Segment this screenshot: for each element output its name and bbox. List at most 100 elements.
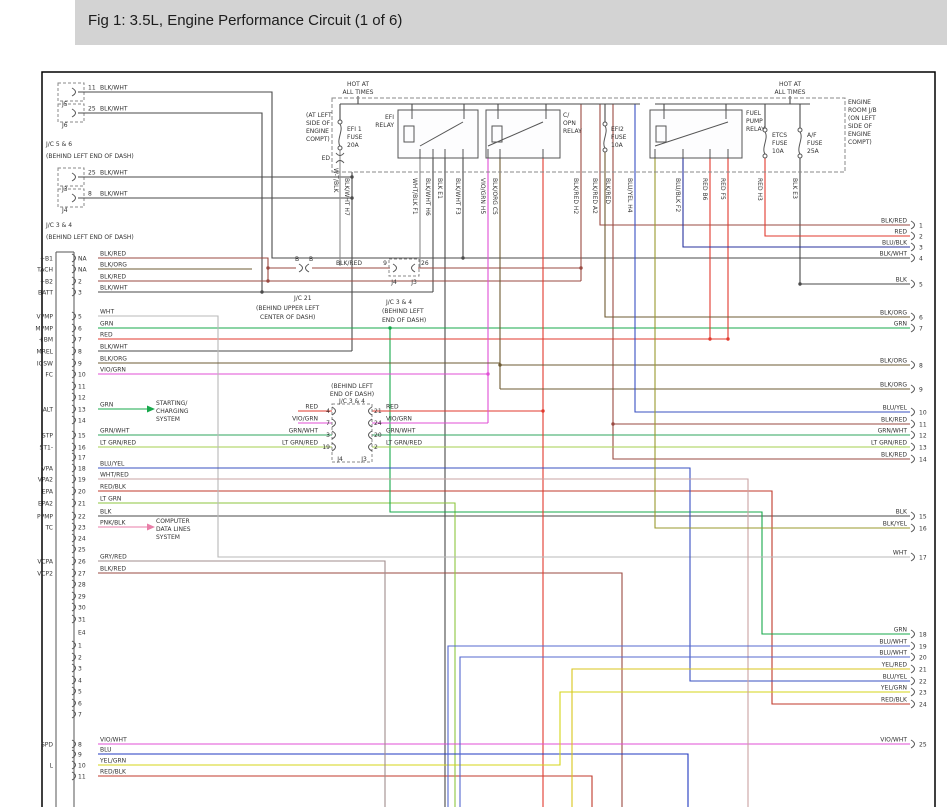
wire-color-label: LT GRN/RED xyxy=(871,440,907,447)
pin-number: 14 xyxy=(919,457,927,464)
pin-number: 14 xyxy=(78,418,86,425)
vertical-wire-label: BLU/YEL H4 xyxy=(626,178,633,213)
vertical-wire-label: BLK/WHT H7 xyxy=(343,178,350,216)
pin-number: 21 xyxy=(78,501,86,508)
junction-dot xyxy=(461,256,464,259)
ecm-pin-bracket xyxy=(911,455,915,463)
diagram-label: RELAY xyxy=(563,128,582,135)
diagram-label: SYSTEM xyxy=(156,416,180,423)
pin-number: 5 xyxy=(78,314,82,321)
system-arrowhead xyxy=(147,524,155,531)
pin-number: 3 xyxy=(78,666,82,673)
pin-number: 6 xyxy=(78,701,82,708)
connector-code: J6 xyxy=(61,122,68,129)
diagram-label: 26 xyxy=(421,260,429,267)
pin-number: 7 xyxy=(919,326,923,333)
junction-dot xyxy=(611,422,614,425)
terminal-name: PPMP xyxy=(37,514,53,521)
diagram-label: B xyxy=(309,256,313,263)
terminal-name: VCPA xyxy=(37,559,54,566)
ecm-pin-bracket xyxy=(911,688,915,696)
terminal-name: BATT xyxy=(38,290,53,297)
af-fuse-terminal xyxy=(798,128,802,132)
af-fuse-terminal xyxy=(798,154,802,158)
pin-number: 11 xyxy=(78,774,86,781)
terminal-name: MREL xyxy=(37,349,54,356)
wire-blk-yel xyxy=(655,158,910,528)
terminal-name: L xyxy=(50,763,54,770)
pin-number: 4 xyxy=(78,678,82,685)
junction-dot xyxy=(541,409,544,412)
pin-number: 4 xyxy=(919,256,923,263)
junction-dot xyxy=(798,282,801,285)
junction-dot xyxy=(266,266,269,269)
terminal-name: EPA2 xyxy=(38,501,53,508)
jc34-pin xyxy=(369,407,373,415)
pin-number: 8 xyxy=(88,191,92,198)
ecm-pin-bracket xyxy=(911,313,915,321)
pin-number: 19 xyxy=(919,644,927,651)
terminal-name: VPA xyxy=(42,466,54,473)
wire-blu-wht xyxy=(448,646,910,807)
pin-number: 4 xyxy=(326,408,330,415)
pin-number: 5 xyxy=(919,282,923,289)
junction-dot xyxy=(486,372,489,375)
diagram-label: CHARGING xyxy=(156,408,189,415)
pin-number: 22 xyxy=(919,679,927,686)
diagram-label: ENGINE xyxy=(306,128,329,135)
pin-number: 7 xyxy=(78,712,82,719)
pin-number: 11 xyxy=(88,85,96,92)
efi-relay-box xyxy=(398,110,478,158)
efi2-fuse-terminal xyxy=(603,122,607,126)
terminal-name: SPD xyxy=(41,742,53,749)
pin-number: 6 xyxy=(919,315,923,322)
wire-color-label: BLK/ORG xyxy=(880,310,907,317)
wire-color-label: BLK/RED xyxy=(100,566,126,573)
ecm-pin-bracket xyxy=(911,512,915,520)
diagram-label: (BEHIND LEFT xyxy=(382,308,424,315)
diagram-label: (BEHIND LEFT xyxy=(331,383,373,390)
wire-gry-red xyxy=(98,561,385,807)
wire-color-label: BLU/YEL xyxy=(883,674,908,681)
wire-color-label: LT GRN/RED xyxy=(386,440,422,447)
wire-color-label: RED xyxy=(386,404,399,411)
diagram-label: ENGINE xyxy=(848,131,871,138)
wire-color-label: RED xyxy=(305,404,318,411)
pin-number: 28 xyxy=(78,582,86,589)
ecm-pin-bracket xyxy=(911,243,915,251)
wire-color-label: GRN/WHT xyxy=(289,428,319,435)
jc34-pin xyxy=(332,431,336,439)
pin-number: 18 xyxy=(78,466,86,473)
diagram-label: (ON LEFT xyxy=(848,115,876,122)
wire-blk-org xyxy=(605,150,910,317)
ecm-pin-bracket xyxy=(911,642,915,650)
vertical-wire-label: WHT/BLK F1 xyxy=(411,178,418,215)
junction-dot xyxy=(579,266,582,269)
wire-yel-red xyxy=(572,669,910,807)
wire-color-label: BLK/WHT xyxy=(100,344,128,351)
pin-number: 2 xyxy=(78,655,82,662)
ecm-pin-bracket xyxy=(911,443,915,451)
diagram-label: J/C 3 & 4 xyxy=(338,398,365,405)
pin-number: 3 xyxy=(326,432,330,439)
wire-color-label: YEL/GRN xyxy=(880,685,907,692)
wire-color-label: BLK/RED xyxy=(881,218,907,225)
pin-number: NA xyxy=(78,256,87,263)
vertical-wire-label: RED B6 xyxy=(701,178,708,201)
wire-color-label: GRN/WHT xyxy=(878,428,908,435)
vertical-wire-label: BLK/ORG C5 xyxy=(491,178,498,215)
diagram-label: (BEHIND UPPER LEFT xyxy=(256,305,320,312)
pin-number: 21 xyxy=(374,408,382,415)
diagram-label: FUSE xyxy=(347,134,363,141)
connector-pin xyxy=(72,173,76,181)
wire-color-label: BLK/RED xyxy=(100,274,126,281)
wire-color-label: BLK/RED xyxy=(881,417,907,424)
pin-number: 8 xyxy=(919,363,923,370)
diagram-label: 9 xyxy=(383,260,387,267)
wire-color-label: RED/BLK xyxy=(100,769,127,776)
vertical-wire-label: BLU/BLK F2 xyxy=(674,178,681,212)
wire-color-label: GRN xyxy=(894,627,907,634)
terminal-name: TC xyxy=(44,525,53,532)
ecm-pin-bracket xyxy=(911,677,915,685)
efi1-fuse-terminal xyxy=(338,120,342,124)
